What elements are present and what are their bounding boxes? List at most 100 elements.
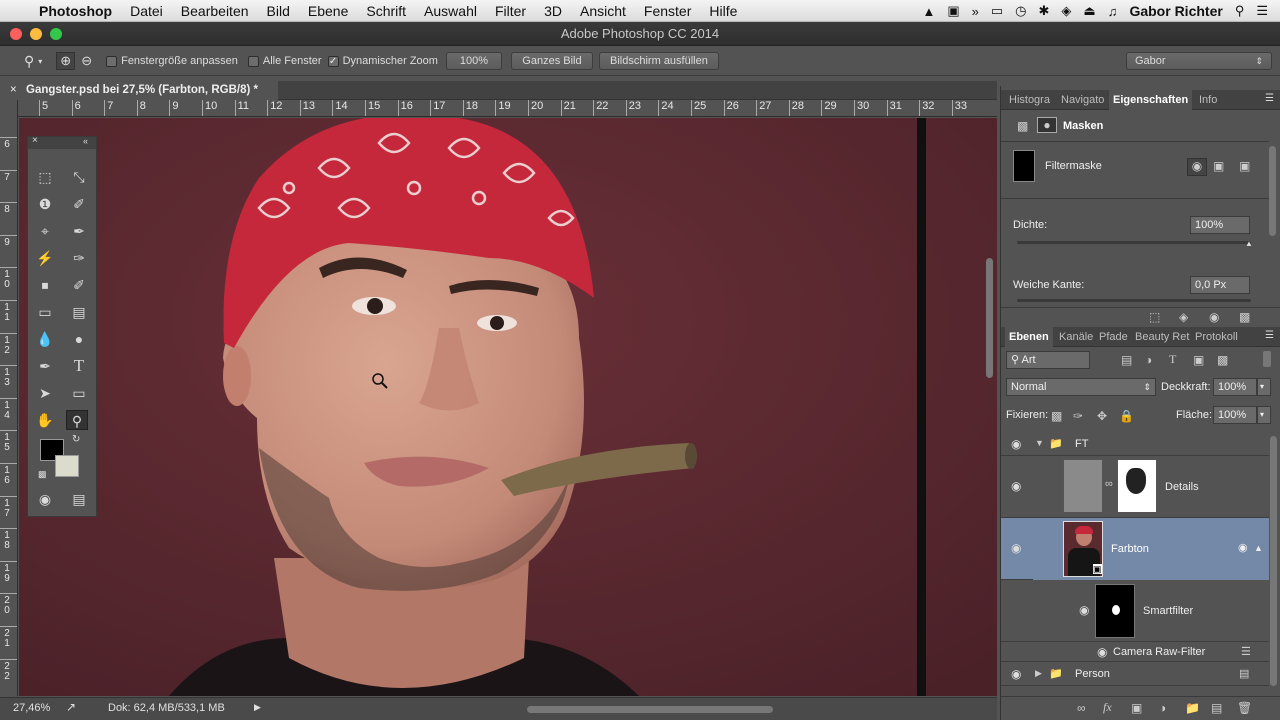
feather-slider-track[interactable]	[1017, 299, 1251, 302]
eraser-tool-icon[interactable]: ▭	[34, 302, 56, 322]
chevron-down-icon[interactable]: ▾	[38, 57, 42, 66]
fit-screen-button[interactable]: Ganzes Bild	[510, 52, 593, 70]
apply-mask-icon[interactable]: ◈	[1179, 310, 1188, 324]
add-mask-icon[interactable]: ▣	[1131, 701, 1142, 715]
filter-kind-select[interactable]: ⚲ Art	[1006, 351, 1090, 369]
adjustment-icon[interactable]: ▩	[1017, 119, 1028, 133]
screen-mode-icon[interactable]: ▤	[68, 489, 90, 509]
tab-history[interactable]: Protokoll	[1191, 327, 1242, 347]
vertical-ruler[interactable]: 6 7 8 9 10 11 12 13 14 15 16 17 18 19 20 21 22	[0, 100, 18, 696]
volume-icon[interactable]: ♫	[1102, 4, 1124, 19]
load-selection-icon[interactable]: ⬚	[1149, 310, 1160, 324]
new-layer-icon[interactable]: ▤	[1211, 701, 1222, 715]
layer-name[interactable]: Person	[1075, 668, 1110, 680]
lock-transparency-icon[interactable]: ▩	[1051, 409, 1062, 423]
quick-selection-tool-icon[interactable]: ✐	[68, 194, 90, 214]
layer-group-person[interactable]: ◉ ▶ 📁 Person ▤	[1001, 662, 1269, 686]
pixel-filter-icon[interactable]: ▤	[1121, 353, 1132, 367]
menu-filter[interactable]: Filter	[486, 3, 535, 19]
quick-mask-icon[interactable]: ◉	[34, 489, 56, 509]
menu-datei[interactable]: Datei	[121, 3, 172, 19]
dodge-tool-icon[interactable]: ●	[68, 329, 90, 349]
properties-scrollbar[interactable]	[1269, 146, 1276, 236]
link-layers-icon[interactable]: ∞	[1077, 701, 1086, 715]
layer-details[interactable]: ◉ ∞ Details	[1001, 456, 1269, 518]
collapse-panel-icon[interactable]: «	[83, 136, 88, 146]
fill-field[interactable]: 100%	[1213, 406, 1257, 424]
group-mask-icon[interactable]: ▤	[1239, 667, 1249, 680]
document-tab[interactable]: × Gangster.psd bei 27,5% (Farbton, RGB/8…	[0, 81, 278, 100]
hat-icon[interactable]: ▲	[916, 4, 941, 19]
filter-name[interactable]: Camera Raw-Filter	[1113, 646, 1205, 658]
tab-paths[interactable]: Pfade	[1095, 327, 1132, 347]
opacity-field[interactable]: 100%	[1213, 378, 1257, 396]
fx-icon[interactable]: fx	[1103, 700, 1112, 715]
mask-icon[interactable]: ●	[1037, 117, 1057, 133]
clone-stamp-tool-icon[interactable]: ⏹	[34, 275, 56, 295]
menu-ebene[interactable]: Ebene	[299, 3, 357, 19]
scrubby-zoom-checkbox[interactable]: ✓ Dynamischer Zoom	[327, 55, 438, 67]
time-machine-icon[interactable]: ◷	[1009, 3, 1032, 19]
rectangle-tool-icon[interactable]: ▭	[68, 383, 90, 403]
close-window-button[interactable]	[10, 28, 22, 40]
tab-channels[interactable]: Kanäle	[1055, 327, 1097, 347]
airplay-icon[interactable]: ▭	[985, 3, 1009, 19]
fit-window-checkbox[interactable]: Fenstergröße anpassen	[106, 55, 238, 67]
type-tool-icon[interactable]: T	[68, 356, 90, 376]
layer-group-ft[interactable]: ◉ ▼ 📁 FT	[1001, 432, 1269, 456]
tab-beauty-retouch[interactable]: Beauty Ret	[1131, 327, 1193, 347]
default-colors-icon[interactable]: ▩	[38, 469, 47, 480]
eye-icon[interactable]: ◉	[1079, 603, 1089, 617]
add-vector-mask-icon[interactable]: ▣	[1239, 159, 1250, 173]
forward-icon[interactable]: »	[966, 4, 985, 19]
new-group-icon[interactable]: 📁	[1185, 701, 1200, 715]
camera-raw-filter-row[interactable]: ◉ Camera Raw-Filter ☰	[1001, 642, 1269, 662]
shape-filter-icon[interactable]: ▣	[1193, 353, 1204, 367]
menu-app-name[interactable]: Photoshop	[30, 3, 121, 19]
zoom-out-icon[interactable]: ⊖	[81, 53, 92, 69]
share-icon[interactable]: ↗	[66, 700, 76, 714]
select-mask-icon[interactable]: ◉	[1187, 158, 1207, 176]
smart-filters-row[interactable]: ◉ Smartfilter	[1001, 580, 1269, 642]
layer-farbton[interactable]: ◉ ▣ Farbton ◉ ▲	[1001, 518, 1269, 580]
density-field[interactable]: 100%	[1190, 216, 1250, 234]
eye-icon[interactable]: ◉	[1011, 667, 1021, 681]
smart-object-filter-icon[interactable]: ▩	[1217, 353, 1228, 367]
wifi-icon[interactable]: ◈	[1055, 3, 1077, 19]
workspace-select[interactable]: Gabor ⇕	[1126, 52, 1272, 70]
status-menu-arrow-icon[interactable]: ▶	[254, 702, 261, 713]
lock-position-icon[interactable]: ✥	[1097, 409, 1107, 423]
tab-properties[interactable]: Eigenschaften	[1109, 90, 1193, 110]
close-tab-icon[interactable]: ×	[10, 81, 17, 100]
horizontal-scrollbar-thumb[interactable]	[527, 706, 773, 713]
smart-filter-label[interactable]: Smartfilter	[1143, 605, 1193, 617]
layers-scrollbar-thumb[interactable]	[1270, 436, 1277, 686]
path-selection-tool-icon[interactable]: ➤	[34, 383, 56, 403]
menu-3d[interactable]: 3D	[535, 3, 571, 19]
menu-schrift[interactable]: Schrift	[357, 3, 415, 19]
menu-bearbeiten[interactable]: Bearbeiten	[172, 3, 258, 19]
bluetooth-icon[interactable]: ✱	[1033, 3, 1056, 19]
smart-filter-indicator-icon[interactable]: ◉	[1238, 541, 1248, 554]
adjustment-filter-icon[interactable]: ◑	[1145, 353, 1152, 367]
blend-mode-select[interactable]: Normal ⇕	[1006, 378, 1156, 396]
move-tool-icon[interactable]: ⤡	[68, 167, 90, 187]
layer-name[interactable]: Farbton	[1111, 543, 1149, 555]
panel-menu-icon[interactable]: ☰	[1265, 93, 1274, 104]
eye-icon[interactable]: ◉	[1011, 437, 1021, 451]
collapse-arrow-up-icon[interactable]: ▲	[1254, 543, 1263, 553]
type-filter-icon[interactable]: T	[1169, 352, 1176, 367]
tab-layers[interactable]: Ebenen	[1005, 327, 1053, 347]
eyedropper-tool-icon[interactable]: ✒	[68, 221, 90, 241]
expand-arrow-right-icon[interactable]: ▶	[1035, 668, 1042, 679]
feather-field[interactable]: 0,0 Px	[1190, 276, 1250, 294]
lock-image-icon[interactable]: ✑	[1073, 409, 1083, 423]
menu-hilfe[interactable]: Hilfe	[700, 3, 746, 19]
marquee-tool-icon[interactable]: ⬚	[34, 167, 56, 187]
lock-all-icon[interactable]: 🔒	[1119, 409, 1134, 423]
filter-toggle[interactable]	[1263, 351, 1271, 367]
background-color-swatch[interactable]	[55, 455, 79, 477]
eye-icon[interactable]: ◉	[1097, 645, 1107, 659]
layer-mask-thumbnail[interactable]	[1117, 459, 1157, 513]
user-name[interactable]: Gabor Richter	[1123, 3, 1228, 19]
